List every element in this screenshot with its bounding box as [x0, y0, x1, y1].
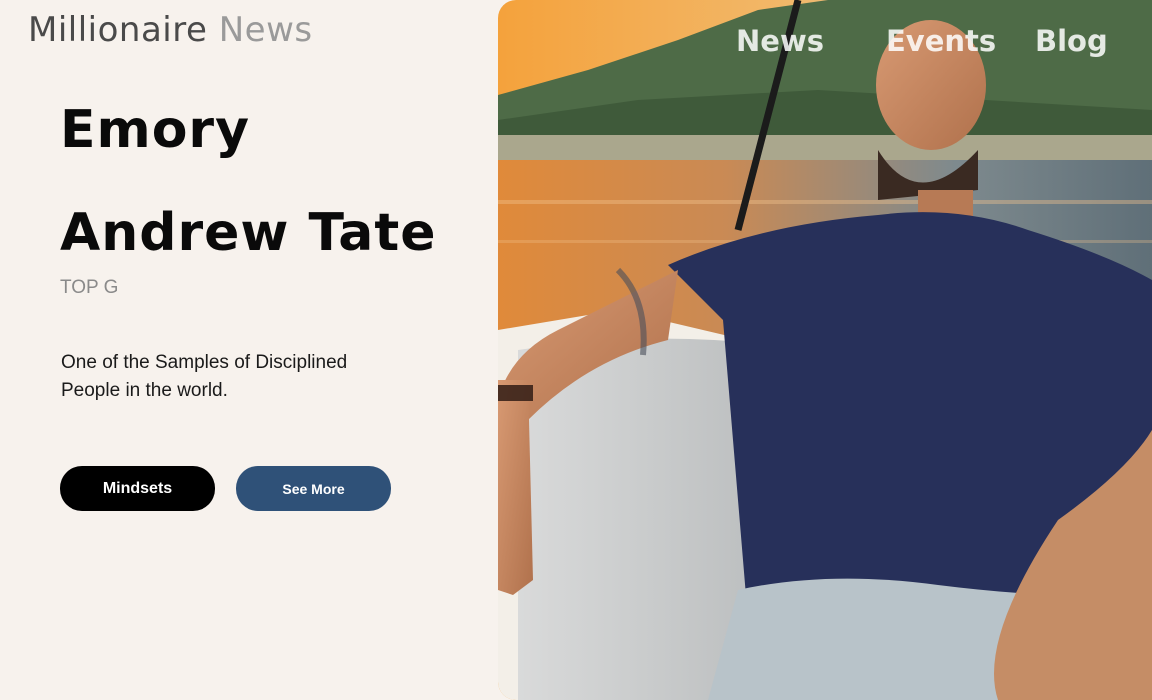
site-logo[interactable]: Millionaire News: [28, 10, 313, 50]
hero-subtitle: TOP G: [60, 277, 119, 298]
see-more-button[interactable]: See More: [236, 466, 391, 511]
hero-description: One of the Samples of Disciplined People…: [61, 352, 348, 401]
logo-word-millionaire: Millionaire: [28, 10, 208, 50]
mindsets-button[interactable]: Mindsets: [60, 466, 215, 511]
nav-blog[interactable]: Blog: [1035, 24, 1108, 64]
hero-photo-illustration: [498, 0, 1152, 700]
hero-full-name: Andrew Tate: [60, 203, 437, 263]
nav-news[interactable]: News: [736, 24, 824, 64]
hero-photo: [498, 0, 1152, 700]
logo-word-news: News: [218, 10, 313, 50]
hero-first-name: Emory: [60, 100, 250, 160]
nav-events[interactable]: Events: [886, 24, 996, 64]
